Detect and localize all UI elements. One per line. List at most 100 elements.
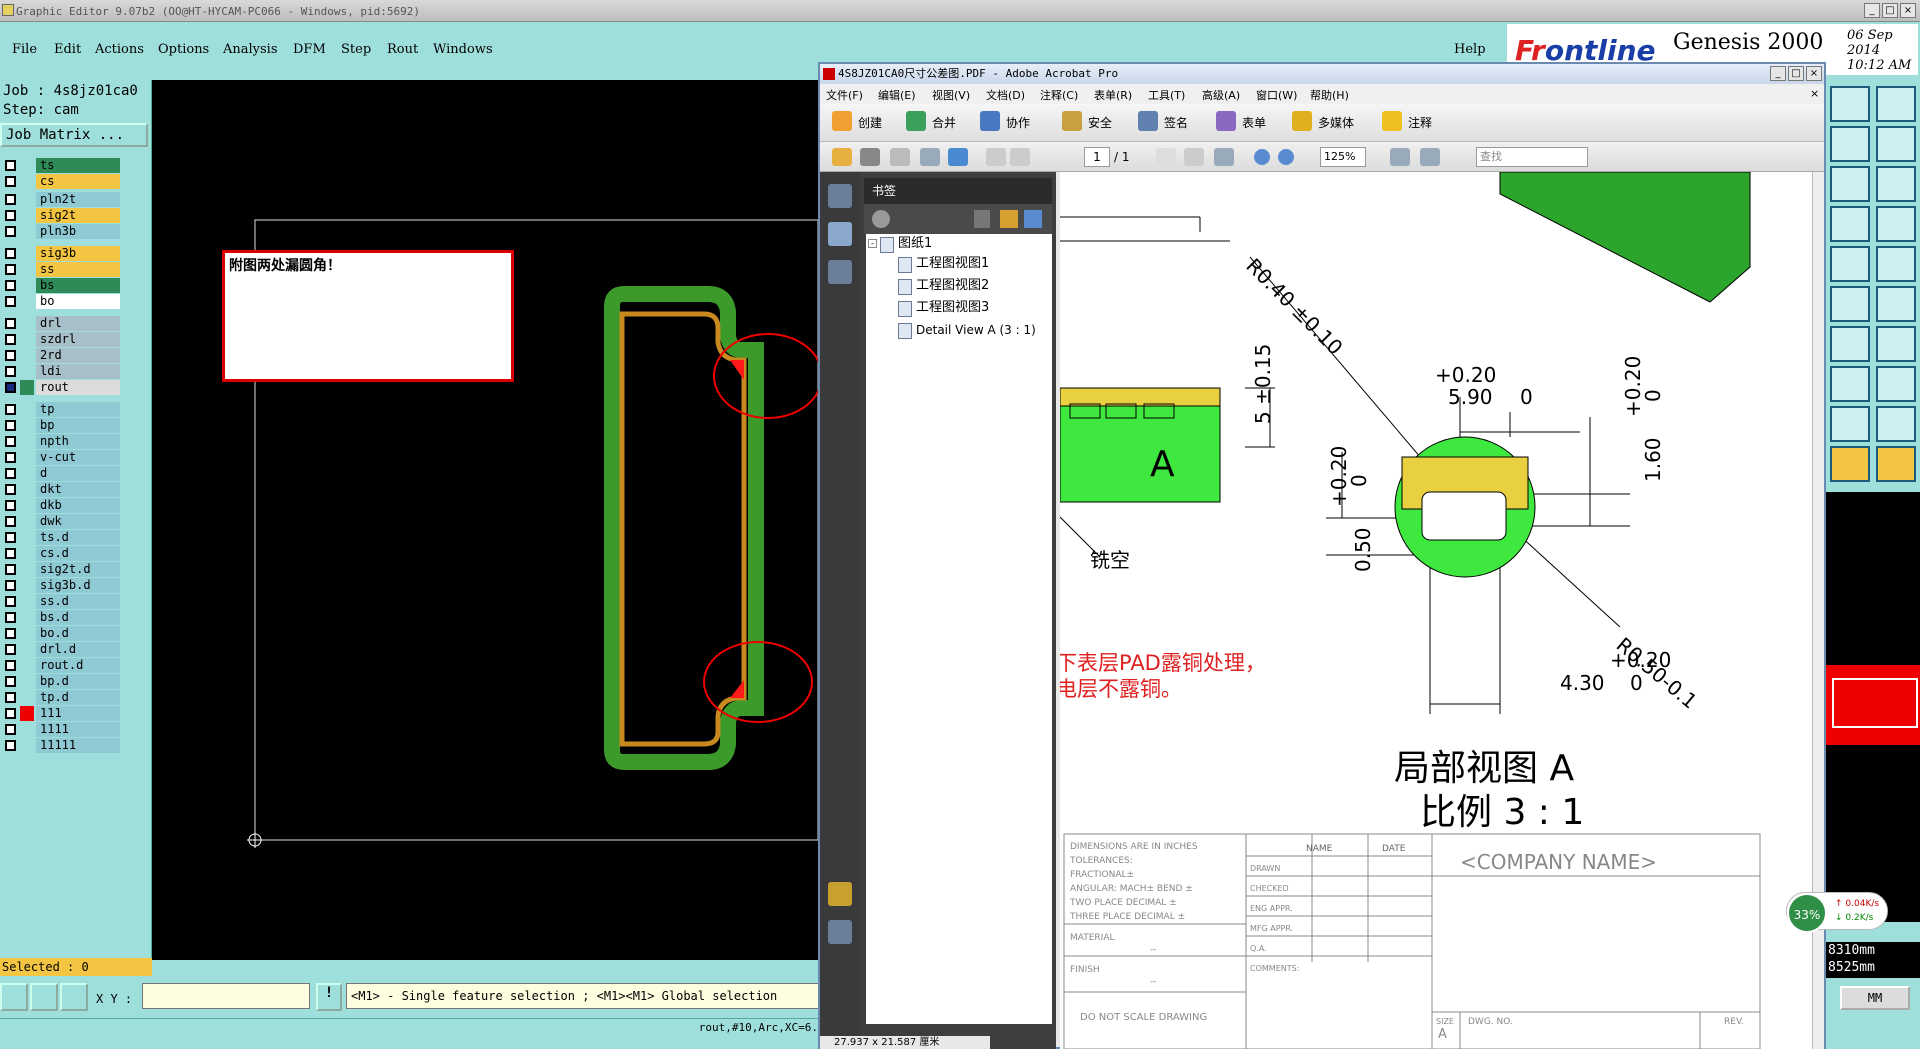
layer-name[interactable]: sig2t.d [36,562,120,577]
attachments-icon[interactable] [828,920,852,944]
acro-minimize-icon[interactable]: _ [1770,66,1786,81]
layer-row[interactable]: drl.d [2,642,120,657]
pointer-icon[interactable] [1830,446,1870,482]
acro-menu-comments[interactable]: 注释(C) [1040,87,1078,103]
layer-checkbox[interactable] [5,564,16,575]
layer-name[interactable]: sig3b.d [36,578,120,593]
options-gear-icon[interactable] [872,210,890,228]
route2-icon[interactable] [1876,206,1916,242]
collaborate-button[interactable]: 协作 [980,111,1030,131]
menu-dfm[interactable]: DFM [293,42,326,57]
menu-file[interactable]: File [12,42,37,57]
layer-name[interactable]: 2rd [36,348,120,363]
layer-checkbox[interactable] [5,468,16,479]
fit-width-icon[interactable] [1390,148,1410,166]
collapse-icon[interactable]: - [868,239,877,248]
layer-checkbox[interactable] [5,404,16,415]
info-icon[interactable]: ! [316,983,342,1011]
home-icon[interactable] [1830,86,1870,122]
layer-checkbox[interactable] [5,176,16,187]
menu-rout[interactable]: Rout [387,42,418,57]
layer-checkbox[interactable] [5,296,16,307]
acro-menu-help[interactable]: 帮助(H) [1310,87,1349,103]
bookmark-view3[interactable]: 工程图视图3 [898,300,989,317]
layer-name[interactable]: tp.d [36,690,120,705]
layer-checkbox[interactable] [5,580,16,591]
group-icon[interactable] [1876,366,1916,402]
acro-menu-document[interactable]: 文档(D) [986,87,1025,103]
layer-checkbox[interactable] [5,612,16,623]
menu-analysis[interactable]: Analysis [223,42,278,57]
layer-checkbox[interactable] [5,740,16,751]
layer-row[interactable]: dkb [2,498,120,513]
layer-row[interactable]: sig3b.d [2,578,120,593]
layer-checkbox[interactable] [5,532,16,543]
save-icon[interactable] [890,148,910,166]
layer-name[interactable]: drl.d [36,642,120,657]
layer-row[interactable]: ts.d [2,530,120,545]
layer-row[interactable]: cs [2,174,120,189]
expand-bookmark-icon[interactable] [1024,210,1042,228]
web-icon[interactable] [948,148,968,166]
zoom-out-icon[interactable] [1254,149,1270,165]
menu-step[interactable]: Step [341,42,371,57]
layer-name[interactable]: sig3b [36,246,120,261]
layer-name[interactable]: v-cut [36,450,120,465]
layer-checkbox[interactable] [5,452,16,463]
maximize-icon[interactable]: □ [1882,3,1898,18]
layer-checkbox[interactable] [5,210,16,221]
layer-row[interactable]: ldi [2,364,120,379]
combine-button[interactable]: 合并 [906,111,956,131]
layer-name[interactable]: npth [36,434,120,449]
layer-row[interactable]: sig3b [2,246,120,261]
menu-windows[interactable]: Windows [433,42,493,57]
move-icon[interactable] [1830,366,1870,402]
layer-name[interactable]: ts.d [36,530,120,545]
layer-name[interactable]: rout.d [36,658,120,673]
pdf-page[interactable]: A R0.40 ±0.10 +0.20 5.90 0 5 ±0.15 +0.20… [1060,172,1812,1049]
sign-button[interactable]: 签名 [1138,111,1188,131]
layer-row[interactable]: 111 [2,706,120,721]
layer-checkbox[interactable] [5,226,16,237]
acro-menu-advanced[interactable]: 高级(A) [1202,87,1240,103]
layer-row[interactable]: bp [2,418,120,433]
layer-checkbox[interactable] [5,420,16,431]
layer-checkbox[interactable] [5,644,16,655]
layer-checkbox[interactable] [5,676,16,687]
acro-menu-file[interactable]: 文件(F) [826,87,863,103]
layer-name[interactable]: szdrl [36,332,120,347]
layer-checkbox[interactable] [5,160,16,171]
layer-row[interactable]: bp.d [2,674,120,689]
layer-checkbox[interactable] [5,548,16,559]
layer-name[interactable]: dwk [36,514,120,529]
layer-name[interactable]: pln3b [36,224,120,239]
layer-checkbox[interactable] [5,628,16,639]
bookmarks-icon[interactable] [828,222,852,246]
layer-name[interactable]: ts [36,158,120,173]
snap-icon[interactable] [1876,126,1916,162]
layer-name[interactable]: bs.d [36,610,120,625]
zoom-input[interactable]: 125% [1320,147,1366,167]
layer-name[interactable]: cs [36,174,120,189]
layer-row[interactable]: 1111 [2,722,120,737]
layer-name[interactable]: dkb [36,498,120,513]
layer-row[interactable]: bo [2,294,120,309]
layout-icon[interactable] [1876,86,1916,122]
layer-row[interactable]: tp.d [2,690,120,705]
bookmark-view1[interactable]: 工程图视图1 [898,256,989,273]
layer-name[interactable]: bp [36,418,120,433]
layer-name[interactable]: cs.d [36,546,120,561]
open-icon[interactable] [832,148,852,166]
pages-icon[interactable] [828,184,852,208]
layer-row[interactable]: bs.d [2,610,120,625]
multimedia-button[interactable]: 多媒体 [1292,111,1354,131]
prev-page-icon[interactable] [986,148,1006,166]
layer-checkbox[interactable] [5,436,16,447]
menu-actions[interactable]: Actions [95,42,144,57]
forms-button[interactable]: 表单 [1216,111,1266,131]
signatures-icon[interactable] [828,260,852,284]
layer-checkbox[interactable] [5,366,16,377]
acro-menu-edit[interactable]: 编辑(E) [878,87,916,103]
graphic-canvas[interactable] [152,80,820,960]
mark-icon[interactable] [1830,406,1870,442]
